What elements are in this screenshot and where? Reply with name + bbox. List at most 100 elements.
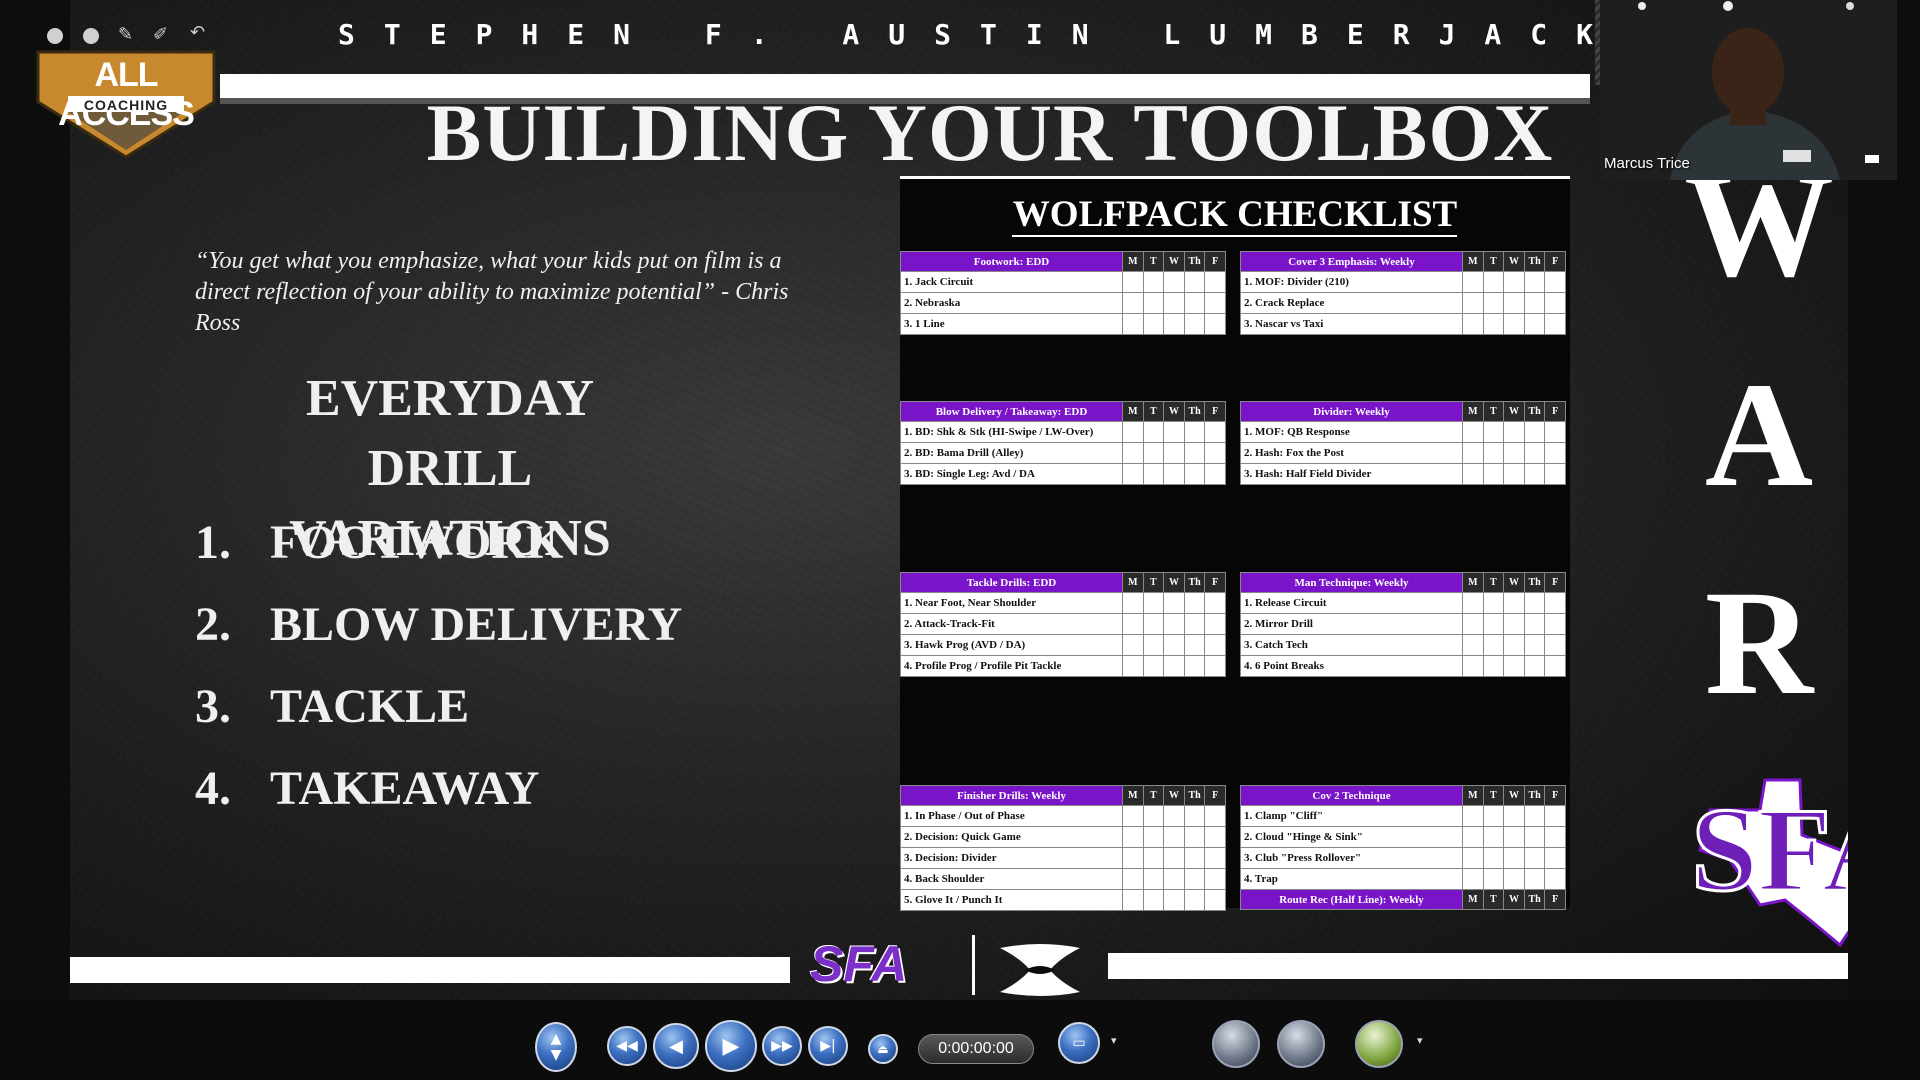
checklist-row: 3. Nascar vs Taxi (1240, 313, 1566, 335)
check-box (1122, 847, 1144, 869)
day-column-header: F (1204, 785, 1226, 806)
check-box (1204, 634, 1226, 656)
check-box (1544, 592, 1566, 614)
day-column-header: W (1163, 251, 1185, 272)
clock-button[interactable] (1277, 1020, 1325, 1068)
checklist-table-header: Blow Delivery / Takeaway: EDD (900, 401, 1123, 422)
checklist-table: Cov 2 Technique M T W Th F 1. Clamp "Cliff" 2. … (1240, 785, 1566, 910)
previous-button[interactable]: ◀ (653, 1023, 699, 1069)
check-box (1503, 592, 1525, 614)
marker-tool-icon[interactable]: ✎ (118, 24, 133, 45)
drill-number: 2. (195, 598, 231, 651)
check-box (1482, 634, 1505, 656)
checklist-row: 3. 1 Line (900, 313, 1226, 335)
check-box (1122, 655, 1144, 677)
checklist-row: 2. Nebraska (900, 292, 1226, 314)
check-box (1142, 463, 1165, 485)
check-box (1204, 313, 1226, 335)
hd-quality-button[interactable] (1355, 1020, 1403, 1068)
checklist-item: 2. Crack Replace (1240, 292, 1463, 314)
check-box (1163, 655, 1185, 677)
check-box (1122, 613, 1144, 635)
check-box (1482, 613, 1505, 635)
check-box (1503, 655, 1525, 677)
check-box (1183, 847, 1206, 869)
check-box (1204, 421, 1226, 443)
day-column-header: W (1503, 572, 1525, 593)
check-box (1122, 292, 1144, 314)
check-box (1523, 421, 1546, 443)
check-box (1183, 292, 1206, 314)
check-box (1142, 889, 1165, 911)
slide-title: BUILDING YOUR TOOLBOX (426, 87, 1554, 178)
fast-forward-button[interactable]: ▶▶ (762, 1026, 802, 1066)
display-mode-button[interactable]: ▭ (1058, 1022, 1100, 1064)
checklist-item: 1. MOF: Divider (210) (1240, 271, 1463, 293)
checklist-table: Finisher Drills: Weekly M T W Th F 1. In Phase… (900, 785, 1226, 911)
all-access-text: ALL ACCESS (58, 56, 195, 133)
volume-icon[interactable]: ▲ ▼ (535, 1022, 577, 1072)
checklist-row: 4. 6 Point Breaks (1240, 655, 1566, 677)
check-box (1503, 805, 1525, 827)
day-column-header: T (1142, 785, 1165, 806)
check-box (1142, 826, 1165, 848)
checklist-item: 2. Hash: Fox the Post (1240, 442, 1463, 464)
undo-tool-icon[interactable]: ↶ (190, 22, 205, 43)
check-box (1544, 655, 1566, 677)
day-column-header: W (1503, 401, 1525, 422)
check-box (1544, 442, 1566, 464)
check-box (1523, 847, 1546, 869)
presentation-slide: STEPHEN F. AUSTIN LUMBERJACK BUILDING YO… (70, 0, 1848, 1000)
pen-tool-icon[interactable] (47, 28, 63, 44)
play-button[interactable]: ▶ (705, 1020, 757, 1072)
checklist-row: 4. Trap (1240, 868, 1566, 890)
check-box (1523, 313, 1546, 335)
day-column-header: F (1544, 785, 1566, 806)
eraser-tool-icon[interactable]: ✐ (153, 24, 168, 45)
check-box (1544, 292, 1566, 314)
check-box (1163, 634, 1185, 656)
check-box (1544, 847, 1566, 869)
day-column-header: F (1544, 889, 1566, 910)
day-column-header: Th (1183, 785, 1206, 806)
check-box (1523, 442, 1546, 464)
checklist-title-underline (1012, 235, 1457, 237)
check-box (1163, 442, 1185, 464)
checklist-row: 3. BD: Single Leg: Avd / DA (900, 463, 1226, 485)
day-column-header: T (1142, 251, 1165, 272)
footer-divider (972, 935, 975, 995)
highlighter-tool-icon[interactable] (83, 28, 99, 44)
rewind-button[interactable]: ◀◀ (607, 1026, 647, 1066)
check-box (1183, 634, 1206, 656)
check-box (1462, 613, 1484, 635)
check-box (1482, 592, 1505, 614)
wolfpack-checklist: WOLFPACK CHECKLIST Footwork: EDD M T W Th F 1.… (900, 176, 1570, 911)
quality-dropdown-icon[interactable]: ▾ (1417, 1034, 1423, 1047)
day-column-header: T (1142, 572, 1165, 593)
day-column-header: F (1544, 251, 1566, 272)
check-box (1183, 805, 1206, 827)
day-column-header: Th (1183, 251, 1206, 272)
day-column-header: Th (1523, 401, 1546, 422)
check-box (1163, 613, 1185, 635)
webcam-person-image (1600, 0, 1897, 180)
day-column-header: M (1462, 572, 1484, 593)
checklist-row: 3. Hash: Half Field Divider (1240, 463, 1566, 485)
settings-button[interactable] (1212, 1020, 1260, 1068)
check-box (1204, 868, 1226, 890)
check-box (1183, 313, 1206, 335)
checklist-item: 1. Release Circuit (1240, 592, 1463, 614)
checklist-item: 2. Mirror Drill (1240, 613, 1463, 635)
checklist-item: 1. Clamp "Cliff" (1240, 805, 1463, 827)
checklist-row: 1. BD: Shk & Stk (HI-Swipe / LW-Over) (900, 421, 1226, 443)
drill-item: 2. BLOW DELIVERY (195, 597, 682, 679)
check-box (1122, 463, 1144, 485)
next-frame-button[interactable]: ▶| (808, 1026, 848, 1066)
display-mode-dropdown-icon[interactable]: ▾ (1111, 1034, 1117, 1047)
footer-sfa-logo: SFA (810, 936, 908, 992)
eject-button[interactable]: ⏏ (868, 1034, 898, 1064)
check-box (1183, 421, 1206, 443)
checklist-item: 3. 1 Line (900, 313, 1123, 335)
checklist-item: 1. MOF: QB Response (1240, 421, 1463, 443)
check-box (1544, 271, 1566, 293)
